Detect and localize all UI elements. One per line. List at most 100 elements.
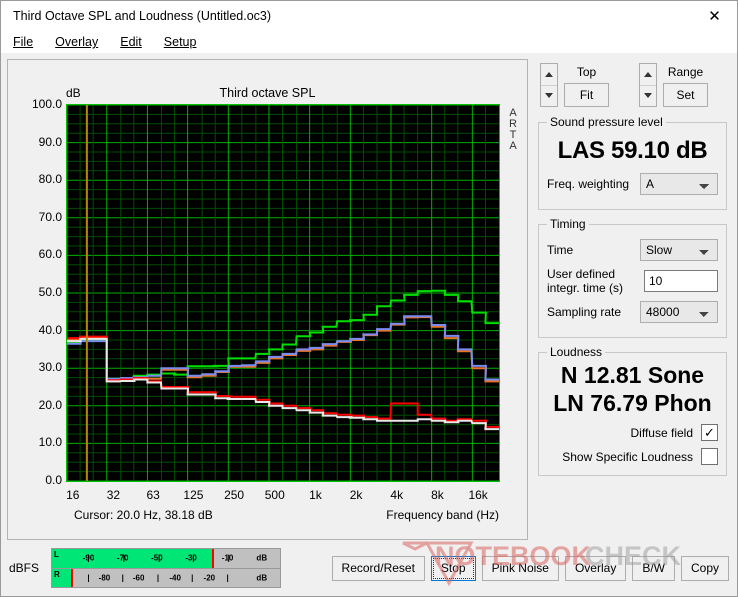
x-tick-label: 500 bbox=[264, 488, 285, 502]
sampling-rate-row: Sampling rate 441004800096000 bbox=[547, 301, 718, 323]
range-spinner[interactable] bbox=[639, 63, 657, 107]
y-tick-label: 90.0 bbox=[38, 134, 62, 149]
y-tick-label: 10.0 bbox=[38, 435, 62, 450]
top-spinner-up[interactable] bbox=[541, 64, 557, 86]
b-w-button[interactable]: B/W bbox=[632, 555, 675, 581]
y-tick-label: 100.0 bbox=[31, 97, 62, 111]
meter-divider: | bbox=[192, 553, 195, 563]
action-buttons: Record/Reset Stop Pink Noise Overlay B/W Copy bbox=[331, 555, 729, 581]
x-tick-label: 250 bbox=[224, 488, 245, 502]
spl-group-title: Sound pressure level bbox=[550, 115, 663, 129]
menu-item-overlay-label: Overlay bbox=[55, 35, 99, 49]
top-spinner[interactable] bbox=[540, 63, 558, 107]
meter-divider: | bbox=[87, 573, 90, 583]
menu-item-setup[interactable]: Setup bbox=[162, 34, 199, 50]
time-select[interactable]: SlowFastImpulseUser bbox=[640, 239, 718, 261]
diffuse-field-checkbox[interactable]: ✓ bbox=[701, 424, 718, 441]
integration-time-label-line1: User defined bbox=[547, 267, 616, 281]
spl-plot[interactable] bbox=[66, 104, 500, 482]
meter-divider: | bbox=[226, 573, 229, 583]
menu-item-edit-label: Edit bbox=[120, 35, 142, 49]
stop-button[interactable]: Stop bbox=[430, 555, 476, 581]
y-tick-label: 60.0 bbox=[38, 247, 62, 262]
meter-tick-label: -20 bbox=[203, 573, 216, 583]
spl-value: LAS 59.10 dB bbox=[557, 137, 708, 164]
loudness-phon-value: LN 76.79 Phon bbox=[553, 390, 712, 416]
copy-button[interactable]: Copy bbox=[680, 555, 729, 581]
record-reset-button[interactable]: Record/Reset bbox=[331, 555, 425, 581]
x-tick-label: 4k bbox=[390, 488, 404, 502]
specific-loudness-label: Show Specific Loudness bbox=[562, 449, 693, 464]
caret-up-icon bbox=[545, 71, 553, 77]
freq-weighting-row: Freq. weighting ABCZ bbox=[547, 173, 718, 195]
menu-item-overlay[interactable]: Overlay bbox=[53, 34, 100, 50]
meter-channel-left: L bbox=[54, 550, 59, 559]
caret-down-icon bbox=[545, 93, 553, 99]
specific-loudness-checkbox[interactable] bbox=[701, 448, 718, 465]
chart-panel: dB Third octave SPL 0.0 10.0 20.0 30.0 40.0 5… bbox=[7, 59, 528, 540]
range-spinner-down[interactable] bbox=[640, 85, 656, 106]
x-tick-label: 32 bbox=[106, 488, 121, 502]
loudness-sone-value: N 12.81 Sone bbox=[560, 362, 705, 388]
sampling-rate-label: Sampling rate bbox=[547, 305, 622, 319]
y-tick-label: 70.0 bbox=[38, 209, 62, 224]
meter-divider: | bbox=[87, 553, 90, 563]
overlay-button[interactable]: Overlay bbox=[564, 555, 627, 581]
time-label: Time bbox=[547, 243, 574, 257]
y-tick-label: 40.0 bbox=[38, 322, 62, 337]
main-content: dB Third octave SPL 0.0 10.0 20.0 30.0 40.0 5… bbox=[1, 53, 737, 540]
meter-channel-right: R bbox=[54, 569, 60, 579]
cursor-readout: Cursor: 20.0 Hz, 38.18 dB bbox=[74, 508, 213, 522]
timing-group: Timing Time SlowFastImpulseUser User def… bbox=[538, 217, 727, 338]
top-control-group: Top Fit bbox=[540, 63, 609, 107]
sound-pressure-level-group: Sound pressure level LAS 59.10 dB Freq. … bbox=[538, 115, 727, 210]
loudness-group-title: Loudness bbox=[550, 345, 603, 359]
x-tick-label: 16 bbox=[66, 488, 80, 502]
meter-divider: | bbox=[121, 573, 124, 583]
menu-item-file[interactable]: File bbox=[11, 34, 35, 50]
integration-time-label-line2: integr. time (s) bbox=[547, 281, 624, 295]
sampling-rate-select[interactable]: 441004800096000 bbox=[640, 301, 718, 323]
x-tick-label: 2k bbox=[349, 488, 363, 502]
close-icon[interactable]: ✕ bbox=[692, 1, 737, 31]
top-spinner-down[interactable] bbox=[541, 85, 557, 106]
range-label: Range bbox=[667, 65, 704, 79]
y-tick-label: 50.0 bbox=[38, 285, 62, 299]
meter-divider: | bbox=[191, 573, 194, 583]
spl-plot-svg bbox=[67, 105, 499, 481]
meter-row-left: L -90 -70 -50 -30 -10 dB | | | | | bbox=[52, 549, 281, 569]
y-tick-label: 80.0 bbox=[38, 172, 62, 187]
specific-loudness-row: Show Specific Loudness bbox=[547, 448, 718, 465]
arta-watermark: ARTA bbox=[509, 107, 517, 152]
meter-tick-label: -30 bbox=[185, 553, 197, 563]
meter-divider: | bbox=[122, 553, 125, 563]
meter-divider: | bbox=[227, 553, 230, 563]
meter-clip-marker-left bbox=[211, 549, 214, 568]
caret-down-icon bbox=[644, 93, 652, 99]
set-button[interactable]: Set bbox=[663, 83, 708, 107]
fit-button[interactable]: Fit bbox=[564, 83, 609, 107]
freq-weighting-select[interactable]: ABCZ bbox=[640, 173, 718, 195]
menu-item-edit[interactable]: Edit bbox=[118, 34, 144, 50]
chart-title: Third octave SPL bbox=[219, 86, 316, 100]
meter-tick-label: dB bbox=[256, 573, 268, 583]
range-spinner-up[interactable] bbox=[640, 64, 656, 86]
scale-controls: Top Fit Range Set bbox=[534, 59, 731, 115]
window-title: Third Octave SPL and Loudness (Untitled.… bbox=[13, 9, 272, 23]
integration-time-row: User defined integr. time (s) bbox=[547, 267, 718, 295]
pink-noise-button[interactable]: Pink Noise bbox=[481, 555, 559, 581]
menu-bar: File Overlay Edit Setup bbox=[1, 31, 737, 53]
integration-time-input[interactable] bbox=[644, 270, 718, 292]
y-tick-label: 0.0 bbox=[45, 473, 62, 487]
meter-divider: | bbox=[158, 553, 161, 563]
x-tick-label: 16k bbox=[468, 488, 488, 502]
x-tick-label: 8k bbox=[431, 488, 444, 502]
x-tick-label: 125 bbox=[183, 488, 204, 502]
title-bar: Third Octave SPL and Loudness (Untitled.… bbox=[1, 1, 737, 31]
input-level-meter[interactable]: L -90 -70 -50 -30 -10 dB | | | | | R -80 -60 -40 -20 d… bbox=[51, 548, 282, 588]
caret-up-icon bbox=[644, 71, 652, 77]
meter-row-right: R -80 -60 -40 -20 dB | | | | | bbox=[52, 568, 280, 587]
timing-group-title: Timing bbox=[550, 217, 586, 231]
x-tick-label: 63 bbox=[146, 488, 160, 502]
freq-weighting-label: Freq. weighting bbox=[547, 177, 630, 191]
